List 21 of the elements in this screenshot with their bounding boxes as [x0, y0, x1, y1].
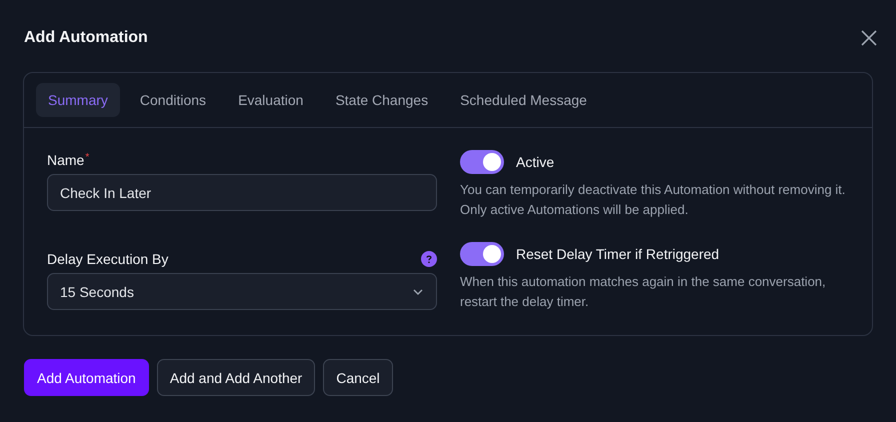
- toggle-switch[interactable]: [460, 242, 504, 266]
- toggle-label: Active: [516, 154, 554, 170]
- tab[interactable]: Evaluation: [226, 83, 316, 117]
- toggle-label: Reset Delay Timer if Retriggered: [516, 246, 720, 262]
- secondary-button[interactable]: Cancel: [323, 359, 393, 396]
- secondary-button[interactable]: Add and Add Another: [156, 359, 316, 396]
- select-field[interactable]: 15 Seconds: [47, 273, 437, 310]
- close-icon[interactable]: [860, 29, 878, 47]
- dialog-title: Add Automation: [24, 29, 148, 47]
- toggle-description: You can temporarily deactivate this Automation without removing it. Only active Automations will be applied.: [460, 181, 846, 219]
- input-field[interactable]: Check In Later: [47, 174, 437, 211]
- tab[interactable]: Summary: [36, 83, 120, 117]
- tab[interactable]: Scheduled Message: [448, 83, 599, 117]
- field-label: Name*: [47, 152, 90, 168]
- tab[interactable]: State Changes: [323, 83, 440, 117]
- toggle-switch[interactable]: [460, 150, 504, 174]
- submit-button[interactable]: Add Automation: [24, 359, 149, 396]
- help-icon[interactable]: [421, 251, 437, 267]
- field-label: Delay Execution By: [47, 251, 168, 267]
- tab[interactable]: Conditions: [128, 83, 218, 117]
- toggle-description: When this automation matches again in the same conversation, restart the delay timer.: [460, 273, 827, 311]
